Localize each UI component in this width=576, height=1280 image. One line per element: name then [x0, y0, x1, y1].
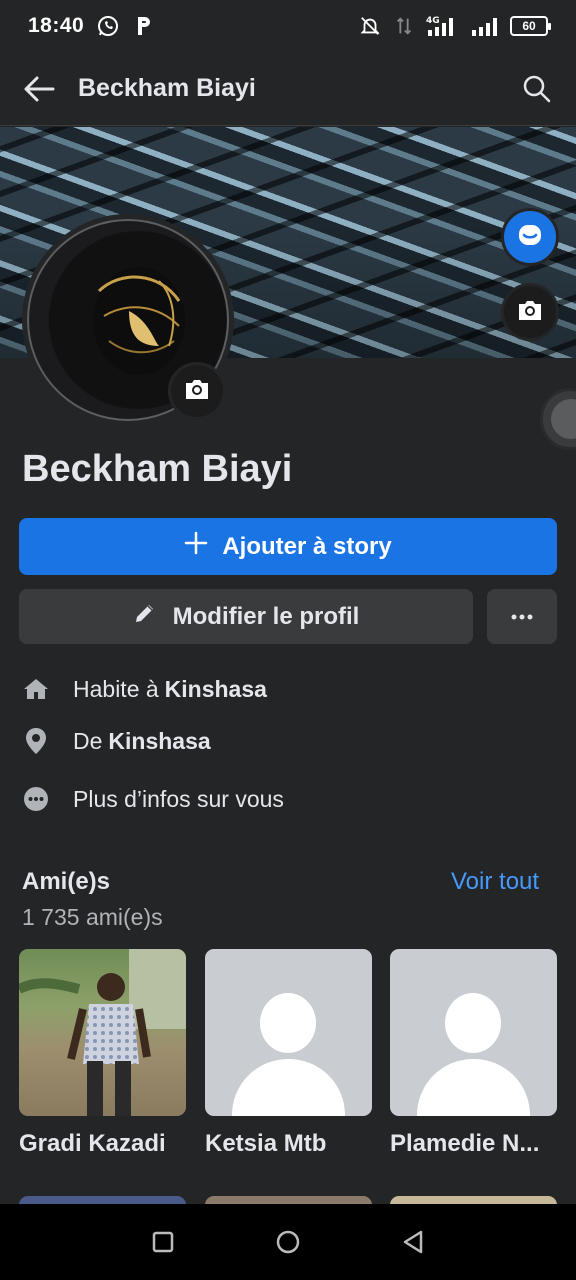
signal-4g-icon: 4G — [426, 14, 460, 38]
avatar-placeholder-body — [417, 1059, 530, 1116]
page-title: Beckham Biayi — [78, 74, 256, 102]
more-options-button[interactable] — [487, 589, 557, 644]
more-dots-icon — [510, 608, 534, 626]
signal-icon — [470, 14, 500, 38]
lives-prefix: Habite à — [73, 675, 159, 702]
home-icon — [22, 675, 50, 703]
friend-card[interactable]: Plamedie N... — [390, 949, 557, 1158]
detail-lives-in: Habite à Kinshasa — [22, 675, 267, 703]
messenger-button[interactable] — [501, 208, 559, 266]
edit-profile-picture-button[interactable] — [168, 362, 226, 420]
add-to-story-button[interactable]: Ajouter à story — [19, 518, 557, 575]
friend-name: Gradi Kazadi — [19, 1130, 166, 1157]
friend-photo-placeholder — [205, 949, 372, 1116]
see-all-friends-link[interactable]: Voir tout — [451, 868, 539, 896]
friends-count: 1 735 ami(e)s — [22, 904, 163, 930]
detail-more-info[interactable]: Plus d’infos sur vous — [22, 785, 284, 813]
more-info-label: Plus d’infos sur vous — [73, 785, 284, 812]
avatar-placeholder-head — [445, 993, 501, 1053]
home-circle-icon[interactable] — [268, 1222, 308, 1262]
friend-photo-placeholder — [390, 949, 557, 1116]
avatar-placeholder-body — [232, 1059, 345, 1116]
recent-apps-icon[interactable] — [143, 1222, 183, 1262]
location-pin-icon — [22, 727, 50, 755]
app-bar: Beckham Biayi — [0, 52, 576, 126]
floating-chat-head[interactable] — [540, 388, 576, 450]
messenger-icon — [516, 221, 544, 254]
search-icon[interactable] — [518, 70, 556, 108]
friend-card[interactable]: Ketsia Mtb — [205, 949, 372, 1158]
detail-from: De Kinshasa — [22, 727, 211, 755]
battery-indicator: 60 — [510, 16, 551, 36]
pencil-icon — [133, 601, 157, 632]
edit-profile-label: Modifier le profil — [172, 602, 360, 630]
whatsapp-icon — [96, 14, 120, 38]
plus-icon — [184, 531, 208, 562]
p-app-icon — [132, 14, 156, 38]
camera-icon — [183, 377, 211, 406]
friend-name: Ketsia Mtb — [205, 1130, 327, 1157]
edit-cover-button[interactable] — [501, 283, 559, 341]
muted-bell-icon — [358, 14, 382, 38]
status-bar: 18:40 4G 60 — [0, 0, 576, 52]
edit-profile-button[interactable]: Modifier le profil — [19, 589, 473, 644]
camera-icon — [516, 298, 544, 327]
profile-name: Beckham Biayi — [22, 448, 293, 490]
system-nav-bar — [0, 1204, 576, 1280]
more-info-icon — [22, 785, 50, 813]
avatar-placeholder-head — [260, 993, 316, 1053]
status-time: 18:40 — [28, 14, 85, 37]
friends-section-title: Ami(e)s — [22, 868, 111, 895]
from-prefix: De — [73, 727, 103, 754]
from-city: Kinshasa — [108, 727, 211, 754]
back-triangle-icon[interactable] — [393, 1222, 433, 1262]
add-to-story-label: Ajouter à story — [222, 532, 392, 560]
friend-photo — [19, 949, 186, 1116]
svg-text:4G: 4G — [426, 16, 440, 26]
back-arrow-icon[interactable] — [20, 70, 58, 108]
friend-card[interactable]: Gradi Kazadi — [19, 949, 186, 1158]
lives-city: Kinshasa — [164, 675, 267, 702]
friend-name: Plamedie N... — [390, 1130, 540, 1157]
data-transfer-icon — [392, 14, 416, 38]
